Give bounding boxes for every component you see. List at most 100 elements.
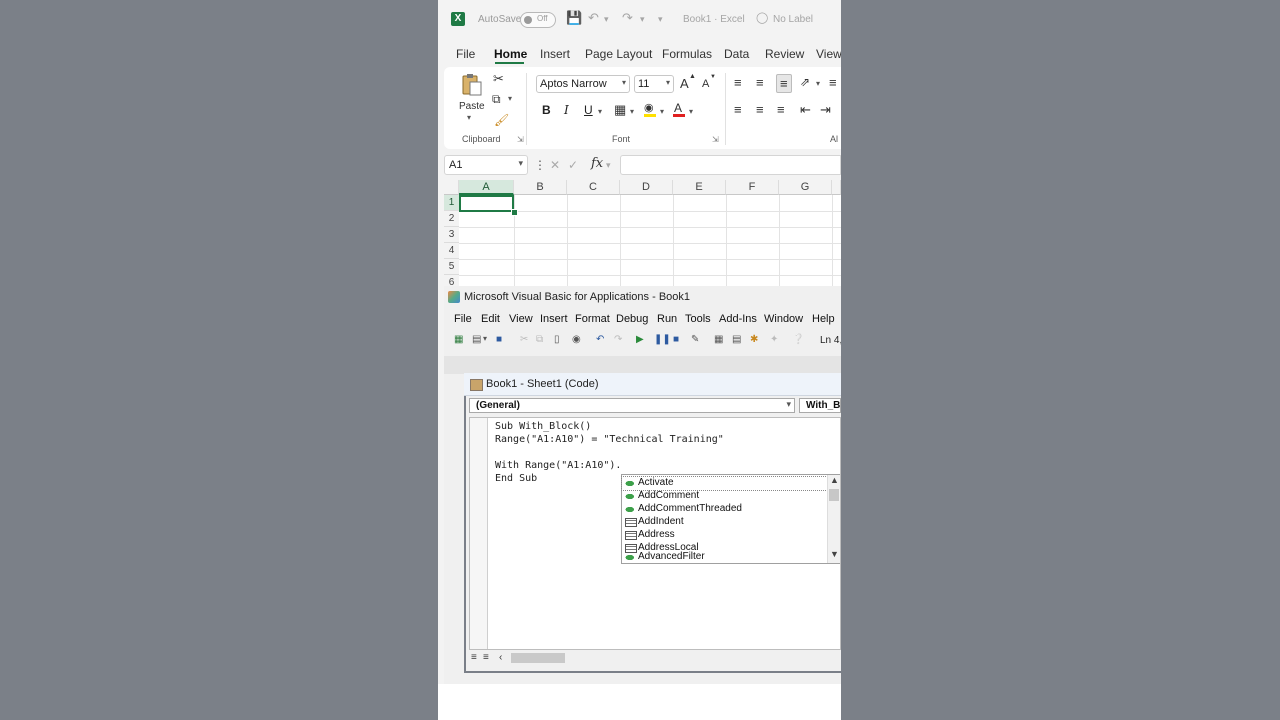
align-left-icon[interactable]: ≡ — [734, 102, 742, 117]
autocomplete-scrollbar[interactable]: ▲ ▼ — [827, 475, 840, 563]
redo-icon[interactable]: ↷ — [614, 334, 622, 345]
select-all-corner[interactable] — [444, 180, 459, 195]
autocomplete-item[interactable]: Address — [622, 529, 827, 542]
font-color-icon[interactable]: A — [673, 101, 685, 117]
function-dropdown-icon[interactable]: ▾ — [606, 160, 611, 171]
tab-home[interactable]: Home — [494, 47, 527, 61]
view-excel-icon[interactable]: ▦ — [454, 334, 463, 345]
font-launcher-icon[interactable]: ⇲ — [712, 135, 719, 144]
font-size-select[interactable]: 11 ▾ — [634, 75, 674, 93]
paste-label[interactable]: Paste — [459, 101, 485, 112]
object-combo[interactable]: (General) ▾ — [469, 398, 795, 413]
align-bottom-icon[interactable]: ≡ — [776, 74, 792, 93]
scroll-thumb[interactable] — [829, 489, 839, 501]
procedure-view-icon[interactable]: ≡ — [471, 652, 477, 663]
vba-menu-view[interactable]: View — [509, 313, 533, 325]
run-icon[interactable]: ▶ — [636, 334, 644, 345]
scroll-up-icon[interactable]: ▲ — [830, 475, 839, 485]
toolbox-icon[interactable]: ✦ — [770, 334, 778, 345]
code-editor[interactable]: Sub With_Block() Range("A1:A10") = "Tech… — [469, 417, 841, 650]
borders-icon[interactable]: ▦ — [614, 102, 626, 118]
tab-formulas[interactable]: Formulas — [662, 47, 712, 61]
wrap-text-icon[interactable]: ≡ — [829, 75, 837, 90]
vba-menu-insert[interactable]: Insert — [540, 313, 568, 325]
insert-function-button[interactable]: fx — [591, 156, 603, 171]
cut-icon[interactable]: ✂ — [493, 71, 504, 87]
project-explorer-icon[interactable]: ▦ — [714, 334, 723, 345]
fill-handle[interactable] — [511, 209, 518, 216]
undo-icon[interactable]: ↶ — [588, 10, 599, 26]
vba-menu-run[interactable]: Run — [657, 313, 677, 325]
column-header-f[interactable]: F — [726, 180, 779, 195]
clipboard-launcher-icon[interactable]: ⇲ — [517, 135, 524, 144]
reset-icon[interactable]: ■ — [673, 334, 679, 345]
row-header-6[interactable]: 6 — [444, 275, 459, 286]
paste-clipboard-icon[interactable] — [461, 73, 483, 97]
orientation-icon[interactable]: ⇗ — [800, 75, 810, 89]
paste-icon[interactable]: ▯ — [554, 334, 560, 345]
break-icon[interactable]: ❚❚ — [654, 334, 671, 345]
cancel-icon[interactable]: ✕ — [550, 158, 560, 172]
underline-button[interactable]: U — [584, 103, 593, 117]
row-header-4[interactable]: 4 — [444, 243, 459, 259]
vba-menu-help[interactable]: Help — [812, 313, 835, 325]
vba-menu-tools[interactable]: Tools — [685, 313, 711, 325]
autocomplete-item[interactable]: Activate — [621, 476, 828, 491]
code-horizontal-scrollbar[interactable]: ≡ ≡ ‹ — [469, 651, 841, 665]
bold-button[interactable]: B — [542, 103, 551, 117]
autosave-toggle[interactable]: Off — [520, 12, 556, 28]
properties-window-icon[interactable]: ▤ — [732, 334, 741, 345]
formula-input[interactable] — [620, 155, 841, 175]
customize-qat-icon[interactable]: ▾ — [658, 14, 663, 25]
column-header-c[interactable]: C — [567, 180, 620, 195]
column-header-a[interactable]: A — [459, 180, 514, 195]
design-mode-icon[interactable]: ✎ — [691, 334, 699, 345]
autocomplete-item[interactable]: AddIndent — [622, 516, 827, 529]
vba-menu-format[interactable]: Format — [575, 313, 610, 325]
align-top-icon[interactable]: ≡ — [734, 75, 742, 90]
font-name-select[interactable]: Aptos Narrow ▾ — [536, 75, 630, 93]
save-icon[interactable]: ■ — [496, 334, 502, 345]
autocomplete-item[interactable]: AdvancedFilter — [622, 551, 827, 564]
object-browser-icon[interactable]: ✱ — [750, 334, 758, 345]
column-header-d[interactable]: D — [620, 180, 673, 195]
row-header-2[interactable]: 2 — [444, 211, 459, 227]
enter-check-icon[interactable]: ✓ — [568, 158, 578, 172]
full-module-view-icon[interactable]: ≡ — [483, 652, 489, 663]
find-icon[interactable]: ◉ — [572, 334, 581, 345]
autocomplete-item[interactable]: AddCommentThreaded — [622, 503, 827, 516]
underline-dropdown-icon[interactable]: ▾ — [598, 107, 602, 116]
active-cell-a1[interactable] — [459, 195, 514, 212]
paste-dropdown-icon[interactable]: ▾ — [467, 113, 471, 122]
tab-insert[interactable]: Insert — [540, 47, 570, 61]
vba-menu-file[interactable]: File — [454, 313, 472, 325]
vba-menu-debug[interactable]: Debug — [616, 313, 648, 325]
borders-dropdown-icon[interactable]: ▾ — [630, 107, 634, 116]
copy-dropdown-icon[interactable]: ▾ — [508, 94, 512, 103]
cut-icon[interactable]: ✂ — [520, 334, 528, 345]
tab-file[interactable]: File — [456, 47, 475, 61]
scroll-down-icon[interactable]: ▼ — [830, 549, 839, 559]
vba-menu-add-ins[interactable]: Add-Ins — [719, 313, 757, 325]
scroll-left-icon[interactable]: ‹ — [499, 652, 502, 663]
procedure-combo[interactable]: With_Block — [799, 398, 841, 413]
align-middle-icon[interactable]: ≡ — [756, 75, 764, 90]
orientation-dropdown-icon[interactable]: ▾ — [816, 79, 820, 88]
grow-font-button[interactable]: A — [680, 76, 689, 91]
font-color-dropdown-icon[interactable]: ▾ — [689, 107, 693, 116]
tab-view[interactable]: View — [816, 47, 841, 61]
row-header-5[interactable]: 5 — [444, 259, 459, 275]
format-painter-icon[interactable]: 🖌 — [494, 113, 509, 127]
decrease-indent-icon[interactable]: ⇤ — [800, 102, 811, 118]
align-right-icon[interactable]: ≡ — [777, 102, 785, 117]
redo-icon[interactable]: ↷ — [622, 10, 633, 26]
vba-menu-edit[interactable]: Edit — [481, 313, 500, 325]
autocomplete-item[interactable]: AddComment — [622, 490, 827, 503]
more-options-icon[interactable]: ⋮ — [534, 158, 546, 172]
undo-icon[interactable]: ↶ — [596, 334, 604, 345]
align-center-icon[interactable]: ≡ — [756, 102, 764, 117]
scroll-thumb[interactable] — [511, 653, 565, 663]
sensitivity-shield-icon[interactable]: ◯ — [756, 11, 768, 24]
row-header-3[interactable]: 3 — [444, 227, 459, 243]
undo-dropdown-icon[interactable]: ▾ — [604, 14, 609, 25]
